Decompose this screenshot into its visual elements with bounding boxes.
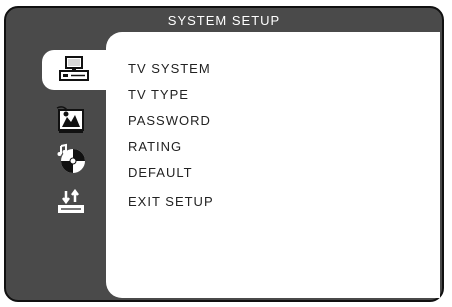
menu-item-default[interactable]: DEFAULT	[128, 160, 214, 186]
setup-window: SYSTEM SETUP TV SYSTEM TV TYPE PASSWORD …	[4, 6, 444, 302]
window-title: SYSTEM SETUP	[167, 13, 281, 28]
tab-device[interactable]	[50, 186, 92, 220]
menu-item-tv-system[interactable]: TV SYSTEM	[128, 56, 214, 82]
computer-icon	[59, 56, 89, 81]
transfer-device-icon	[58, 189, 84, 213]
menu-item-rating[interactable]: RATING	[128, 134, 214, 160]
tab-system[interactable]	[42, 50, 106, 90]
menu-item-tv-type[interactable]: TV TYPE	[128, 82, 214, 108]
setup-menu: TV SYSTEM TV TYPE PASSWORD RATING DEFAUL…	[128, 56, 214, 215]
menu-item-exit-setup[interactable]: EXIT SETUP	[128, 189, 214, 215]
tab-tv[interactable]	[50, 102, 92, 136]
tab-audio[interactable]	[50, 142, 92, 176]
menu-item-password[interactable]: PASSWORD	[128, 108, 214, 134]
tv-picture-icon	[56, 106, 84, 133]
audio-disc-icon	[57, 143, 85, 173]
